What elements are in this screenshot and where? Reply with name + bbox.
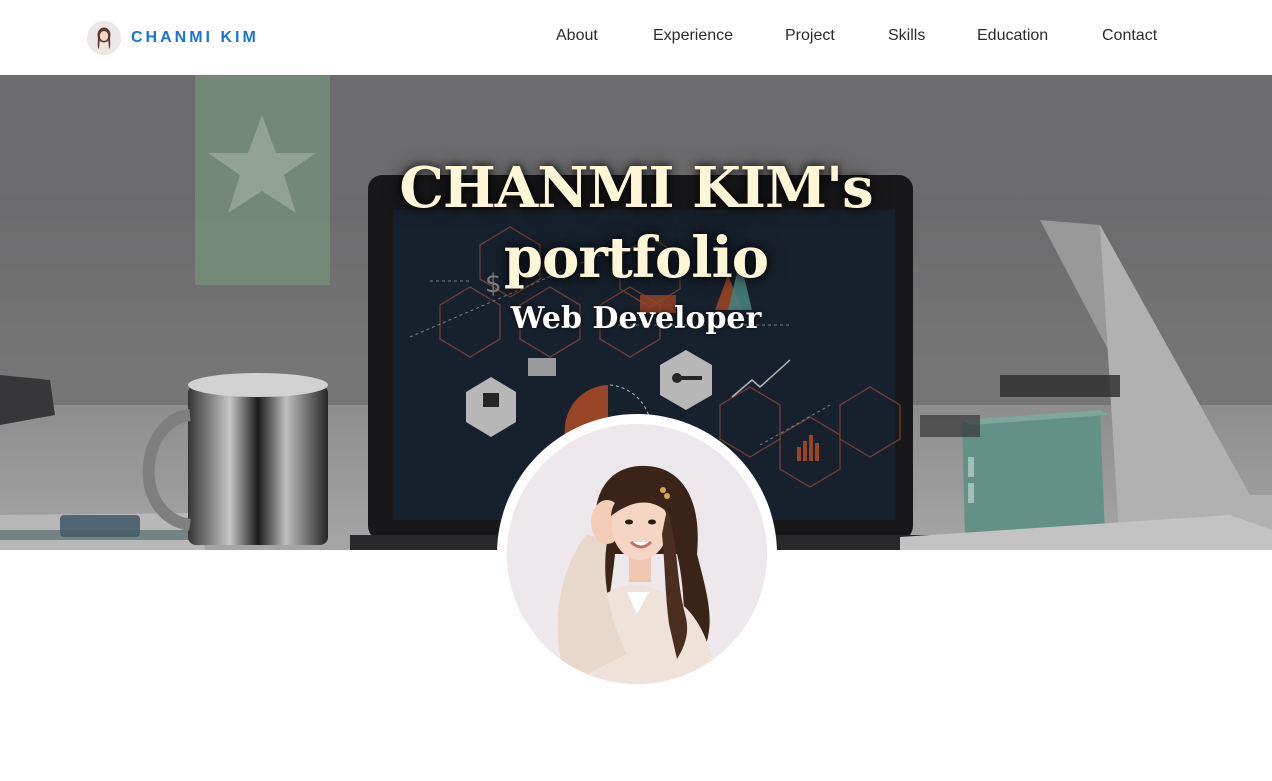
profile-photo bbox=[497, 414, 777, 694]
brand-name: CHANMI KIM bbox=[131, 28, 259, 46]
nav-item-skills[interactable]: Skills bbox=[888, 27, 925, 45]
profile-photo-image bbox=[507, 424, 767, 684]
nav-item-about[interactable]: About bbox=[556, 27, 598, 45]
brand-logo-link[interactable]: CHANMI KIM bbox=[87, 20, 259, 55]
nav-item-contact[interactable]: Contact bbox=[1102, 27, 1157, 45]
hero-title-line2: portfolio bbox=[503, 225, 769, 291]
site-header: CHANMI KIM About Experience Project Skil… bbox=[0, 0, 1272, 75]
nav-item-education[interactable]: Education bbox=[977, 27, 1048, 45]
hero-title-line1: CHANMI KIM's bbox=[399, 155, 873, 221]
brand-avatar bbox=[87, 20, 121, 55]
nav-item-project[interactable]: Project bbox=[785, 27, 835, 45]
nav-item-experience[interactable]: Experience bbox=[653, 27, 733, 45]
hero-subtitle: Web Developer bbox=[510, 301, 762, 336]
